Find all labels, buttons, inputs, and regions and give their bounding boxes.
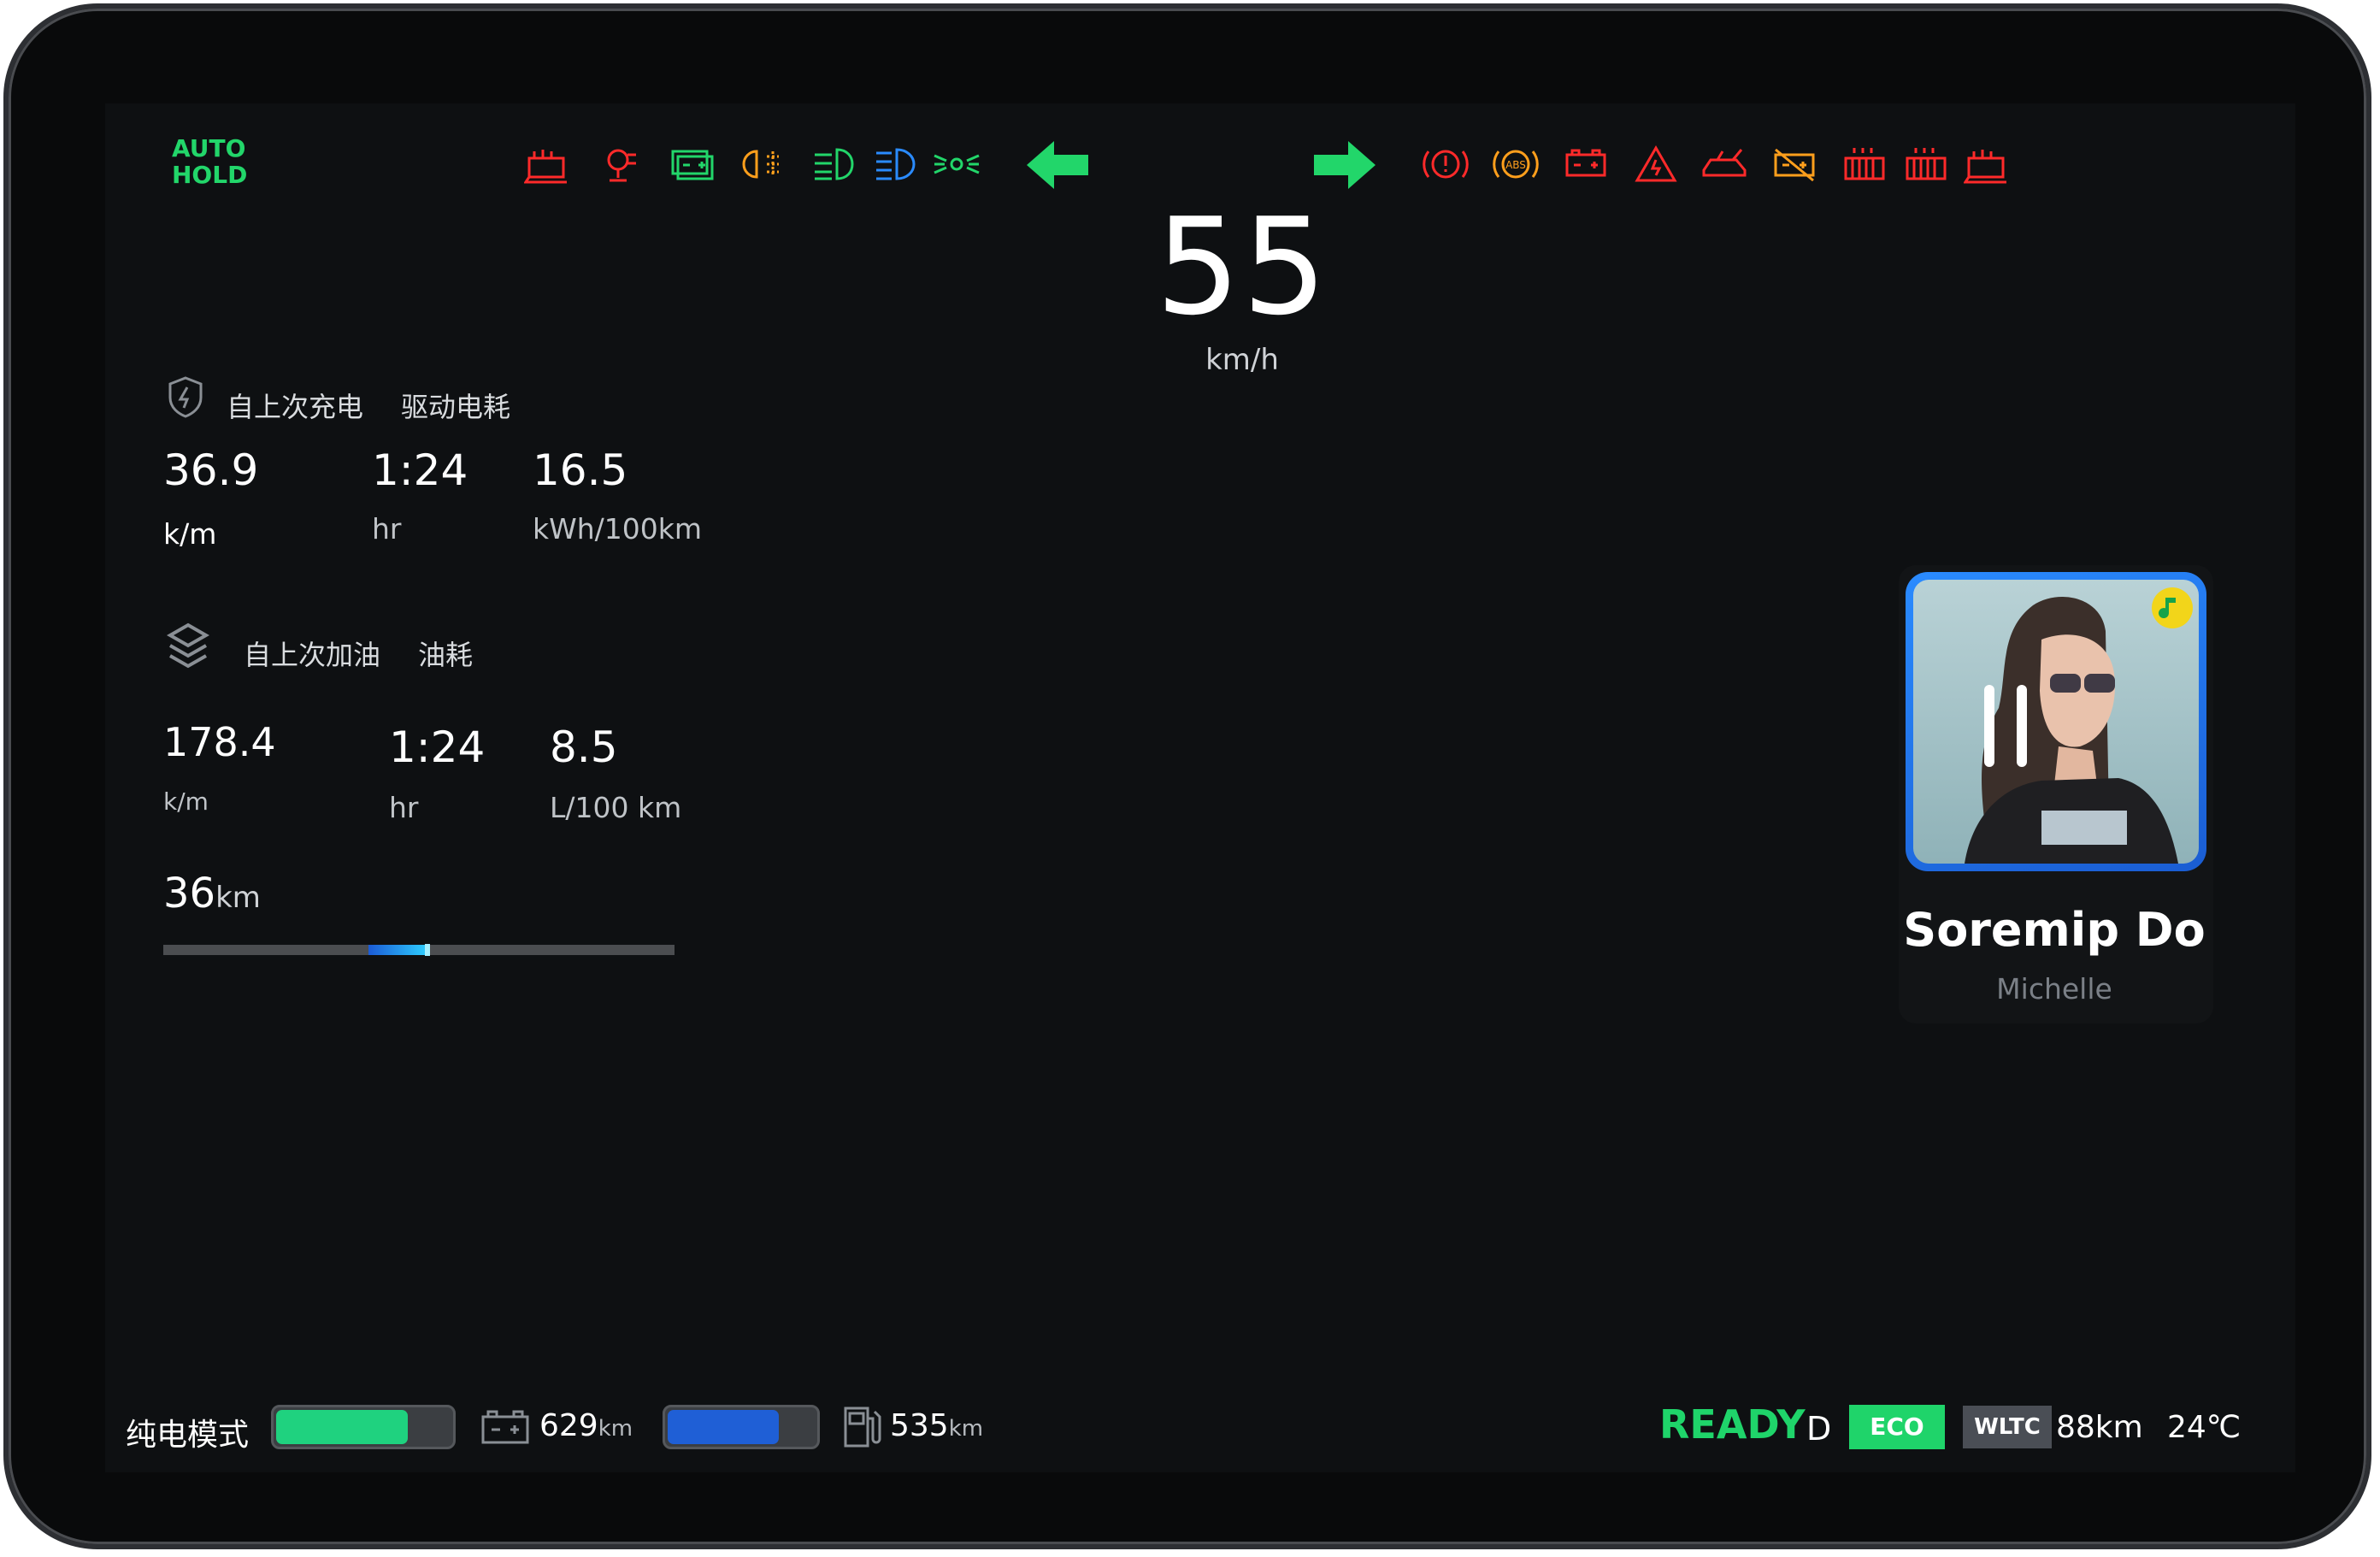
wltc-badge: WLTC <box>1963 1406 2052 1448</box>
tablet-frame: AUTO HOLD ABS 55 km/h 自上次充电 驱动电耗 36.9 k/… <box>3 3 2371 1549</box>
music-app-icon <box>2150 586 2194 630</box>
speed-value: 55 <box>1155 189 1329 345</box>
fuel-level-bar <box>663 1405 820 1449</box>
charge-distance-value: 36.9 <box>163 445 259 495</box>
ev-range-value: 629 <box>539 1408 598 1443</box>
fuel-distance-unit: k/m <box>163 787 209 816</box>
charge-distance-unit: k/m <box>163 517 217 551</box>
ready-indicator: READY <box>1659 1401 1806 1448</box>
fuel-pump-icon <box>840 1403 881 1451</box>
battery-fault-icon <box>1770 143 1818 186</box>
artist-name: Michelle <box>1996 972 2112 1006</box>
wltc-range: 88km <box>2056 1410 2143 1445</box>
battery-system-icon <box>669 143 717 186</box>
heater-icon <box>1841 143 1888 186</box>
seat-heater-icon <box>1963 143 2012 186</box>
ev-range-unit: km <box>598 1416 633 1442</box>
charge-time-value: 1:24 <box>372 445 468 495</box>
speed-unit: km/h <box>1205 343 1279 377</box>
fuel-range-value: 535 <box>890 1408 949 1443</box>
charge-shield-icon <box>167 375 204 418</box>
since-charge-label: 自上次充电 <box>227 391 364 423</box>
abs-icon: ABS <box>1492 143 1540 186</box>
gear-indicator: D <box>1806 1410 1832 1448</box>
hazard-icon <box>1632 143 1680 186</box>
trip-distance: 36km <box>163 870 261 917</box>
ev-range: 629km <box>539 1408 633 1443</box>
charge-consumption-value: 16.5 <box>533 445 628 495</box>
fuel-range-unit: km <box>948 1416 984 1442</box>
trip-progress-tip <box>425 944 430 956</box>
fuel-level-fill <box>668 1410 779 1444</box>
seat-heater-icon <box>523 143 572 186</box>
fuel-time-value: 1:24 <box>389 722 486 772</box>
since-refuel-label: 自上次加油 <box>244 639 381 671</box>
front-fog-light-icon <box>811 143 859 186</box>
trip-progress-fill <box>368 945 428 955</box>
fuel-distance-value: 178.4 <box>163 719 276 765</box>
heater-icon <box>1902 143 1950 186</box>
position-light-icon <box>933 143 981 186</box>
fuel-consumption-value: 8.5 <box>550 722 618 772</box>
door-open-icon <box>1700 143 1748 186</box>
trip-progress-bar <box>163 944 675 956</box>
fuel-consumption-unit: L/100 km <box>550 791 682 824</box>
auto-hold-indicator: AUTO HOLD <box>172 135 247 188</box>
fuel-time-unit: hr <box>389 791 419 824</box>
ev-battery-fill <box>276 1410 408 1444</box>
ev-plug-fault-icon <box>601 143 649 186</box>
song-title: Soremip Do <box>1903 903 2206 957</box>
eco-mode-badge[interactable]: ECO <box>1849 1405 1945 1449</box>
drive-mode-label: 纯电模式 <box>126 1418 250 1453</box>
high-beam-icon <box>873 143 921 186</box>
cluster-screen: AUTO HOLD ABS 55 km/h 自上次充电 驱动电耗 36.9 k/… <box>105 103 2295 1472</box>
ev-battery-bar <box>271 1405 456 1449</box>
right-turn-signal-icon <box>1311 138 1376 192</box>
trip-unit: km <box>215 881 261 915</box>
charge-time-unit: hr <box>372 512 402 546</box>
charge-consumption-unit: kWh/100km <box>533 512 703 546</box>
auto-hold-line1: AUTO <box>172 134 246 162</box>
battery-icon <box>478 1405 533 1449</box>
pause-button[interactable] <box>1981 676 2032 776</box>
drive-consumption-label: 驱动电耗 <box>401 391 511 423</box>
battery-icon <box>1562 143 1610 186</box>
fuel-layers-icon <box>166 620 210 671</box>
trip-value: 36 <box>163 870 216 917</box>
svg-text:ABS: ABS <box>1505 159 1526 171</box>
fuel-consumption-label: 油耗 <box>418 639 474 671</box>
left-turn-signal-icon <box>1027 138 1092 192</box>
auto-hold-line2: HOLD <box>172 161 248 189</box>
outside-temperature: 24℃ <box>2167 1410 2242 1445</box>
fuel-range: 535km <box>890 1408 983 1443</box>
fog-light-icon <box>741 143 789 186</box>
brake-warning-icon <box>1422 143 1470 186</box>
